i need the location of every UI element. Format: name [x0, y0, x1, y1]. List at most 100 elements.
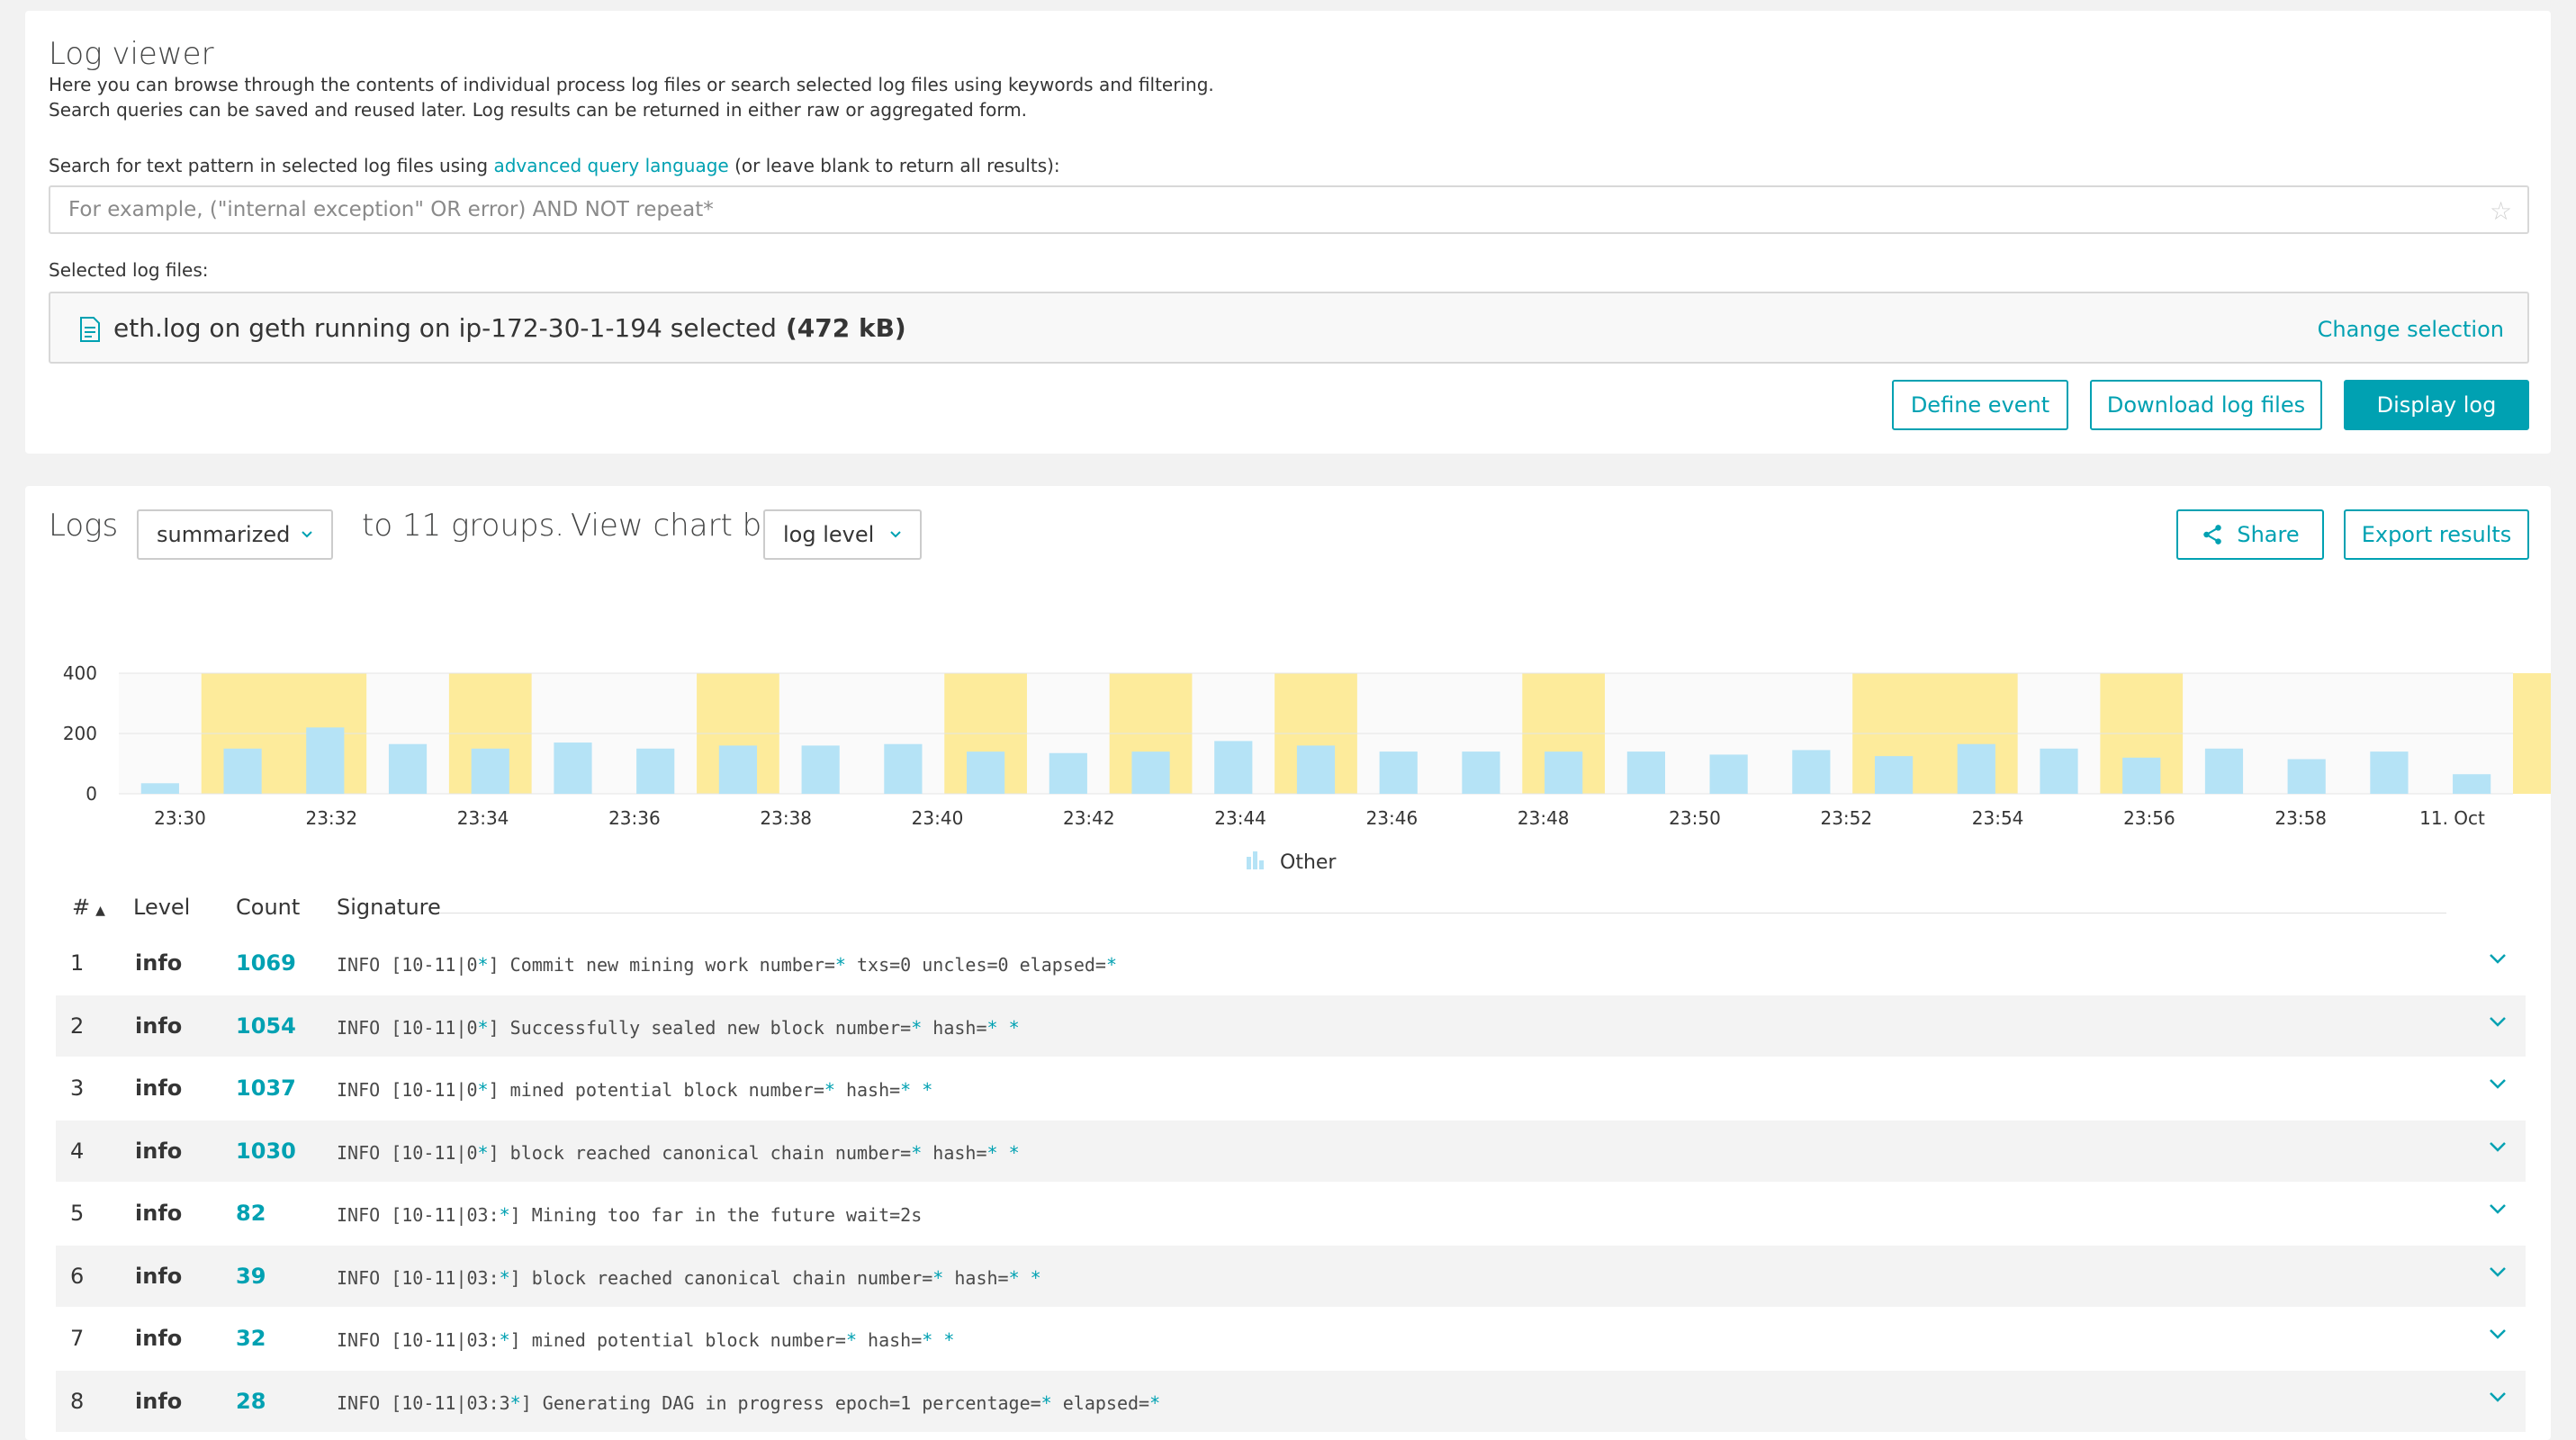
x-tick-label: 23:44 [1214, 807, 1266, 829]
x-tick-label: 23:30 [154, 807, 206, 829]
row-count[interactable]: 82 [236, 1201, 266, 1226]
wildcard-marker: * [911, 1016, 923, 1039]
expand-chevron-icon[interactable] [2488, 1324, 2508, 1344]
download-log-files-button[interactable]: Download log files [2090, 380, 2322, 430]
chart-bar [1709, 754, 1748, 794]
row-count[interactable]: 1069 [236, 950, 296, 976]
chart-legend[interactable]: Other [1247, 851, 1337, 874]
aggregation-mode-value: summarized [157, 522, 291, 547]
col-header-number-label: # [72, 895, 91, 920]
col-header-signature[interactable]: Signature [337, 895, 441, 920]
display-log-button[interactable]: Display log [2344, 380, 2529, 430]
table-row[interactable]: 4 info 1030 INFO [10-11|0*] block reached c… [56, 1120, 2526, 1182]
chevron-down-icon [890, 531, 901, 538]
wildcard-marker: * [900, 1079, 912, 1101]
y-tick-label: 0 [86, 783, 97, 805]
table-row[interactable]: 6 info 39 INFO [10-11|03:*] block reached c… [56, 1245, 2526, 1307]
row-number: 4 [70, 1138, 85, 1164]
expand-chevron-icon[interactable] [2488, 1137, 2508, 1156]
expand-chevron-icon[interactable] [2488, 1012, 2508, 1031]
save-query-star-icon[interactable]: ☆ [2490, 196, 2512, 226]
table-row[interactable]: 2 info 1054 INFO [10-11|0*] Successfully se… [56, 994, 2526, 1057]
aggregation-mode-dropdown[interactable]: summarized [137, 509, 333, 560]
row-signature: INFO [10-11|0*] Commit new mining work n… [337, 954, 1117, 976]
x-tick-label: 23:48 [1518, 807, 1570, 829]
wildcard-marker: * [477, 1016, 489, 1039]
search-input[interactable] [49, 185, 2529, 234]
wildcard-marker: * [499, 1204, 510, 1226]
wildcard-marker: * [477, 1079, 489, 1101]
chart-bar [554, 742, 592, 794]
wildcard-marker: * [1030, 1266, 1041, 1289]
row-number: 7 [70, 1326, 85, 1351]
wildcard-marker: * [1008, 1141, 1020, 1164]
row-count[interactable]: 32 [236, 1326, 266, 1351]
wildcard-marker: * [824, 1079, 835, 1101]
chart-by-value: log level [783, 522, 875, 547]
expand-chevron-icon[interactable] [2488, 1074, 2508, 1094]
selected-log-files-box: eth.log on geth running on ip-172-30-1-1… [49, 292, 2529, 364]
chart-by-dropdown[interactable]: log level [763, 509, 922, 560]
row-signature: INFO [10-11|0*] mined potential block nu… [337, 1079, 933, 1101]
share-label: Share [2237, 522, 2300, 547]
wildcard-marker: * [499, 1329, 510, 1351]
table-row[interactable]: 8 info 28 INFO [10-11|03:3*] Generating DAG… [56, 1370, 2526, 1432]
share-button[interactable]: Share [2176, 509, 2324, 560]
change-selection-link[interactable]: Change selection [2318, 317, 2504, 342]
chart-bar [1545, 752, 1583, 794]
search-label: Search for text pattern in selected log … [49, 155, 1060, 176]
chart-bar [801, 745, 840, 794]
wildcard-marker: * [1008, 1266, 1020, 1289]
log-file-icon [80, 317, 100, 342]
wildcard-marker: * [1040, 1391, 1052, 1414]
legend-swatch-1 [1247, 857, 1251, 869]
log-viewer-panel: Log viewer Here you can browse through t… [25, 11, 2551, 454]
selected-file-text: eth.log on geth running on ip-172-30-1-1… [113, 313, 906, 343]
chart-bar [1049, 752, 1087, 794]
row-count[interactable]: 28 [236, 1389, 266, 1414]
logs-title: Logs [49, 508, 119, 544]
x-tick-label: 23:38 [760, 807, 812, 829]
row-count[interactable]: 1054 [236, 1013, 296, 1039]
chart-bar [1792, 750, 1831, 794]
row-signature: INFO [10-11|03:*] block reached canonica… [337, 1266, 1041, 1289]
table-row[interactable]: 5 info 82 INFO [10-11|03:*] Mining too far … [56, 1183, 2526, 1244]
search-label-suffix: (or leave blank to return all results): [728, 155, 1060, 176]
chart-bar [140, 783, 179, 794]
row-level: info [135, 1388, 183, 1414]
selected-file-size: (472 kB) [785, 313, 906, 343]
expand-chevron-icon[interactable] [2488, 1387, 2508, 1407]
chart-bar [2040, 748, 2078, 794]
chart-bar [1131, 752, 1170, 794]
header-divider [439, 913, 2446, 914]
chart-bar [2122, 757, 2161, 794]
table-row[interactable]: 1 info 1069 INFO [10-11|0*] Commit new mini… [56, 932, 2526, 994]
row-count[interactable]: 1037 [236, 1076, 296, 1101]
col-header-count[interactable]: Count [236, 895, 300, 920]
chart-bar [306, 727, 345, 794]
x-tick-label: 23:34 [457, 807, 509, 829]
row-number: 6 [70, 1263, 85, 1289]
table-row[interactable]: 7 info 32 INFO [10-11|03:*] mined potential… [56, 1308, 2526, 1369]
row-count[interactable]: 1030 [236, 1138, 296, 1164]
legend-label-other: Other [1280, 851, 1337, 874]
expand-chevron-icon[interactable] [2488, 1199, 2508, 1219]
col-header-number[interactable]: # ▲ [72, 895, 105, 920]
expand-chevron-icon[interactable] [2488, 949, 2508, 968]
col-header-level[interactable]: Level [133, 895, 190, 920]
chart-bar [471, 748, 509, 794]
chart-bar [967, 752, 1005, 794]
define-event-button[interactable]: Define event [1892, 380, 2068, 430]
export-results-button[interactable]: Export results [2344, 509, 2529, 560]
advanced-query-language-link[interactable]: advanced query language [493, 155, 728, 176]
row-count[interactable]: 39 [236, 1264, 266, 1289]
chart-bar [2287, 759, 2326, 794]
wildcard-marker: * [477, 1141, 489, 1164]
chart-bar [2453, 774, 2491, 794]
table-row[interactable]: 3 info 1037 INFO [10-11|0*] mined potential… [56, 1058, 2526, 1119]
expand-chevron-icon[interactable] [2488, 1262, 2508, 1282]
wildcard-marker: * [477, 954, 489, 976]
row-level: info [135, 950, 183, 976]
x-tick-label: 23:42 [1063, 807, 1115, 829]
wildcard-marker: * [509, 1391, 521, 1414]
